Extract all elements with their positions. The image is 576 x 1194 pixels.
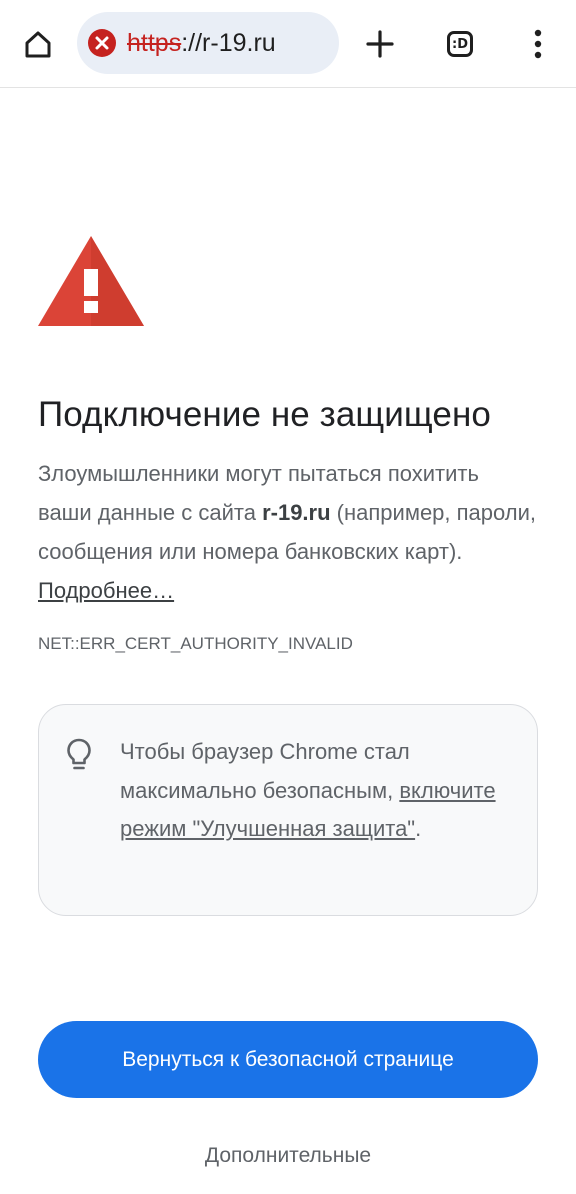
back-to-safety-button[interactable]: Вернуться к безопасной странице xyxy=(38,1021,538,1098)
home-button[interactable] xyxy=(14,20,62,68)
menu-button[interactable] xyxy=(518,20,558,68)
warning-triangle-icon xyxy=(38,236,144,326)
plus-icon xyxy=(366,30,394,58)
not-secure-icon xyxy=(88,29,116,57)
tab-count: :D xyxy=(447,31,473,57)
desc-host: r-19.ru xyxy=(262,500,331,525)
learn-more-link[interactable]: Подробнее… xyxy=(38,578,174,603)
more-vert-icon xyxy=(534,29,542,59)
enhanced-protection-tip: Чтобы браузер Chrome стал максимально бе… xyxy=(38,704,538,916)
tab-switcher-button[interactable]: :D xyxy=(436,20,484,68)
tip-text-2: . xyxy=(415,816,422,841)
url-host: ://r-19.ru xyxy=(181,29,276,57)
home-icon xyxy=(25,31,51,58)
new-tab-button[interactable] xyxy=(356,20,404,68)
browser-toolbar: https://r-19.ru :D xyxy=(0,0,576,88)
tip-text-1: Чтобы браузер Chrome стал максимально бе… xyxy=(120,739,410,803)
url-scheme: https xyxy=(127,29,182,57)
advanced-button[interactable]: Дополнительные xyxy=(38,1130,538,1182)
tip-text: Чтобы браузер Chrome стал максимально бе… xyxy=(120,733,500,849)
warning-description: Злоумышленники могут пытаться похитить в… xyxy=(38,454,538,610)
error-code: NET::ERR_CERT_AUTHORITY_INVALID xyxy=(38,634,353,653)
address-bar[interactable]: https://r-19.ru xyxy=(77,12,339,74)
url-text: https://r-19.ru xyxy=(127,12,276,74)
lightbulb-icon xyxy=(67,738,91,770)
page-title: Подключение не защищено xyxy=(38,395,491,434)
